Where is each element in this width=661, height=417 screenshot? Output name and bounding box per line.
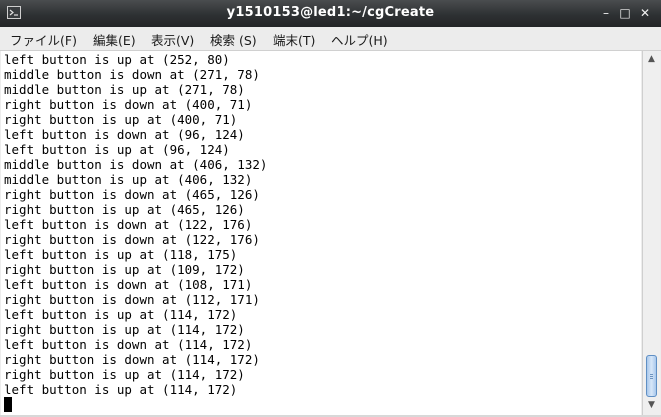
terminal-line: middle button is down at (271, 78)	[4, 67, 260, 82]
vertical-scrollbar[interactable]: ▲ ▼	[642, 51, 660, 415]
terminal-line: right button is up at (400, 71)	[4, 112, 238, 127]
terminal-line: right button is down at (122, 176)	[4, 232, 260, 247]
terminal-line: right button is up at (109, 172)	[4, 262, 245, 277]
terminal-line: middle button is up at (406, 132)	[4, 172, 253, 187]
terminal-line: middle button is down at (406, 132)	[4, 157, 268, 172]
terminal-line: left button is down at (96, 124)	[4, 127, 245, 142]
menu-view[interactable]: 表示(V)	[151, 30, 194, 49]
menu-terminal[interactable]: 端末(T)	[273, 30, 315, 49]
terminal-line: left button is up at (114, 172)	[4, 382, 238, 397]
menu-bar: ファイル(F) 編集(E) 表示(V) 検索 (S) 端末(T) ヘルプ(H)	[0, 27, 661, 51]
maximize-button[interactable]: □	[616, 4, 634, 22]
scroll-grip	[650, 374, 653, 375]
terminal-line: left button is up at (114, 172)	[4, 307, 238, 322]
terminal-line: left button is down at (122, 176)	[4, 217, 253, 232]
terminal-line: right button is up at (114, 172)	[4, 322, 245, 337]
title-bar[interactable]: y1510153@led1:~/cgCreate – □ ✕	[0, 0, 661, 27]
terminal-line: left button is up at (252, 80)	[4, 52, 230, 67]
terminal-line: right button is down at (465, 126)	[4, 187, 260, 202]
terminal-window: y1510153@led1:~/cgCreate – □ ✕ ファイル(F) 編…	[0, 0, 661, 417]
terminal-line: right button is down at (114, 172)	[4, 352, 260, 367]
scroll-grip	[650, 376, 653, 377]
menu-edit[interactable]: 編集(E)	[93, 30, 136, 49]
minimize-button[interactable]: –	[597, 4, 615, 22]
text-cursor	[4, 397, 12, 412]
terminal-line: left button is up at (118, 175)	[4, 247, 238, 262]
terminal-line: middle button is up at (271, 78)	[4, 82, 245, 97]
terminal-line: right button is up at (114, 172)	[4, 367, 245, 382]
terminal-output[interactable]: left button is up at (252, 80) middle bu…	[1, 51, 641, 415]
menu-search[interactable]: 検索 (S)	[210, 30, 257, 49]
terminal-line: left button is up at (96, 124)	[4, 142, 230, 157]
close-button[interactable]: ✕	[636, 4, 654, 22]
terminal-line: right button is down at (400, 71)	[4, 97, 253, 112]
scroll-thumb[interactable]	[646, 355, 657, 397]
terminal-line: right button is down at (112, 171)	[4, 292, 260, 307]
window-title: y1510153@led1:~/cgCreate	[226, 5, 435, 20]
scroll-up-arrow-icon[interactable]: ▲	[645, 53, 658, 66]
terminal-line: left button is down at (108, 171)	[4, 277, 253, 292]
menu-help[interactable]: ヘルプ(H)	[331, 30, 388, 49]
scroll-down-arrow-icon[interactable]: ▼	[645, 399, 658, 412]
scroll-grip	[650, 378, 653, 379]
menu-file[interactable]: ファイル(F)	[10, 30, 77, 49]
terminal-line: left button is down at (114, 172)	[4, 337, 253, 352]
terminal-line: right button is up at (465, 126)	[4, 202, 245, 217]
